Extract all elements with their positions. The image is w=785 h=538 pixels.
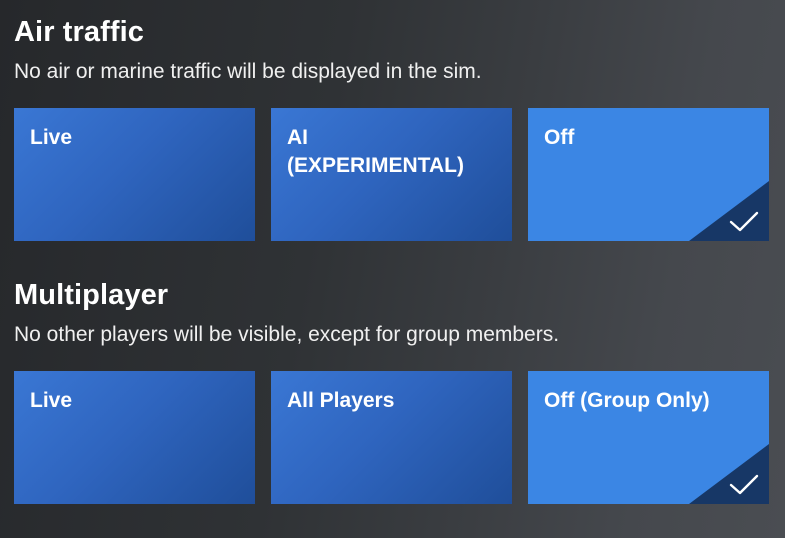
multiplayer-option-off-group-only[interactable]: Off (Group Only) xyxy=(528,371,769,504)
multiplayer-section: Multiplayer No other players will be vis… xyxy=(14,277,774,504)
air-traffic-option-off[interactable]: Off xyxy=(528,108,769,241)
option-label: Live xyxy=(30,389,73,412)
multiplayer-option-all-players[interactable]: All Players xyxy=(271,371,512,504)
option-label: Off (Group Only) xyxy=(544,389,710,412)
multiplayer-option-live[interactable]: Live xyxy=(14,371,255,504)
air-traffic-section: Air traffic No air or marine traffic wil… xyxy=(14,14,774,241)
checkmark-icon xyxy=(729,211,759,232)
option-label: Off xyxy=(544,126,575,149)
option-label: AI (EXPERIMENTAL) xyxy=(287,126,464,177)
multiplayer-title: Multiplayer xyxy=(14,279,169,311)
air-traffic-option-live[interactable]: Live xyxy=(14,108,255,241)
option-label: All Players xyxy=(287,389,395,412)
air-traffic-option-ai[interactable]: AI (EXPERIMENTAL) xyxy=(271,108,512,241)
option-label: Live xyxy=(30,126,73,149)
air-traffic-description: No air or marine traffic will be display… xyxy=(14,60,482,83)
checkmark-icon xyxy=(729,474,759,495)
multiplayer-options: Live All Players Off (Group Only) xyxy=(14,371,770,504)
air-traffic-options: Live AI (EXPERIMENTAL) Off xyxy=(14,108,770,241)
air-traffic-title: Air traffic xyxy=(14,16,145,48)
multiplayer-description: No other players will be visible, except… xyxy=(14,323,560,346)
